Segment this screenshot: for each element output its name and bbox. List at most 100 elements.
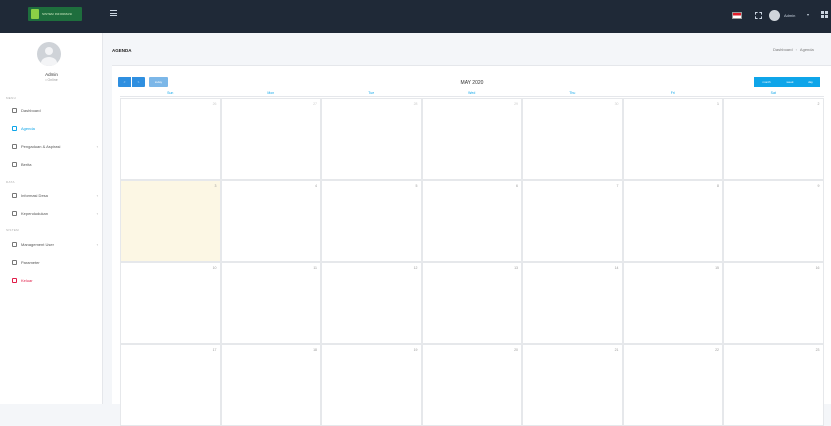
- day-number: 22: [715, 348, 719, 352]
- sidebar-item-parameter[interactable]: Parameter: [12, 260, 98, 265]
- calendar-day-cell[interactable]: 2: [723, 98, 824, 180]
- day-number: 2: [817, 102, 820, 106]
- language-flag-icon[interactable]: [732, 12, 742, 19]
- breadcrumb-dashboard[interactable]: Dashboard: [773, 47, 793, 52]
- day-number: 14: [614, 266, 619, 270]
- calendar-day-cell[interactable]: 28: [321, 98, 422, 180]
- calendar-day-cell[interactable]: 23: [723, 344, 824, 426]
- day-number: 27: [313, 102, 317, 106]
- calendar-day-cell[interactable]: 13: [421, 262, 522, 344]
- breadcrumb-current: Agenda: [799, 47, 814, 52]
- weekday-header: Sat: [723, 90, 824, 97]
- home-icon: [12, 108, 17, 113]
- users-icon: [12, 211, 17, 216]
- sidebar-item-label: Agenda: [21, 126, 35, 131]
- sidebar-item-label: Pengaduan & Aspirasi: [21, 144, 61, 149]
- calendar-day-cell[interactable]: 20: [421, 344, 522, 426]
- user-avatar[interactable]: [769, 10, 780, 21]
- calendar-day-cell[interactable]: 14: [522, 262, 623, 344]
- day-number: 19: [413, 348, 418, 352]
- month-view-button[interactable]: month: [754, 77, 779, 87]
- day-number: 4: [315, 184, 317, 188]
- sidebar-item-informasi-desa[interactable]: Informasi Desa ‹: [12, 193, 98, 198]
- calendar-day-cell[interactable]: 10: [120, 262, 221, 344]
- day-number: 10: [212, 266, 217, 270]
- day-number: 23: [815, 348, 820, 352]
- calendar-day-cell[interactable]: 17: [120, 344, 221, 426]
- day-number: 21: [614, 348, 619, 352]
- sidebar-item-label: Parameter: [21, 260, 40, 265]
- profile-status: • Online: [45, 78, 58, 82]
- sidebar-item-kependudukan[interactable]: Kependudukan ‹: [12, 211, 98, 216]
- weekday-header: Tue: [321, 90, 422, 97]
- calendar-day-cell[interactable]: 26: [120, 98, 221, 180]
- day-number: 29: [514, 102, 518, 106]
- calendar-panel: < > today MAY 2020 month week day Sun Mon…: [112, 65, 831, 426]
- breadcrumb-separator: ›: [795, 47, 797, 52]
- message-icon: [12, 144, 17, 149]
- profile-name: Admin: [45, 72, 58, 77]
- calendar-day-cell[interactable]: 6: [421, 180, 522, 262]
- sidebar-item-label: Berita: [21, 162, 32, 167]
- logout-icon: [12, 278, 17, 283]
- sidebar-item-management-user[interactable]: Management User ‹: [12, 242, 98, 247]
- weekday-header: Fri: [622, 90, 723, 97]
- chevron-right-icon: ‹: [96, 211, 98, 216]
- day-number: 3: [214, 184, 217, 188]
- today-button[interactable]: today: [149, 77, 168, 87]
- next-month-button[interactable]: >: [132, 77, 145, 87]
- sidebar-item-label: Dashboard: [21, 108, 41, 113]
- sidebar-item-label: Management User: [21, 242, 54, 247]
- user-cog-icon: [12, 242, 17, 247]
- hamburger-menu-icon[interactable]: [110, 10, 117, 16]
- sidebar-item-label: Informasi Desa: [21, 193, 48, 198]
- weekday-header: Sun: [120, 90, 221, 97]
- calendar-day-cell-today[interactable]: 3: [120, 180, 221, 262]
- calendar-day-cell[interactable]: 27: [220, 98, 321, 180]
- calendar-day-cell[interactable]: 29: [421, 98, 522, 180]
- news-icon: [12, 162, 17, 167]
- day-number: 17: [212, 348, 217, 352]
- calendar-day-cell[interactable]: 1: [622, 98, 723, 180]
- day-view-button[interactable]: day: [801, 77, 820, 87]
- user-name[interactable]: Admin: [784, 13, 795, 18]
- weekday-header: Mon: [220, 90, 321, 97]
- apps-grid-icon[interactable]: [821, 11, 828, 18]
- calendar-day-cell[interactable]: 11: [220, 262, 321, 344]
- calendar-day-cell[interactable]: 7: [522, 180, 623, 262]
- day-number: 11: [313, 266, 317, 270]
- sidebar-item-berita[interactable]: Berita: [12, 162, 98, 167]
- calendar-day-cell[interactable]: 18: [220, 344, 321, 426]
- calendar-day-cell[interactable]: 30: [522, 98, 623, 180]
- day-number: 15: [715, 266, 719, 270]
- calendar-day-cell[interactable]: 16: [723, 262, 824, 344]
- calendar-day-cell[interactable]: 19: [321, 344, 422, 426]
- sidebar-item-label: Kependudukan: [21, 211, 48, 216]
- week-view-button[interactable]: week: [779, 77, 801, 87]
- calendar-title: MAY 2020: [460, 80, 484, 86]
- calendar-day-cell[interactable]: 12: [321, 262, 422, 344]
- calendar-day-cell[interactable]: 4: [220, 180, 321, 262]
- day-number: 26: [212, 102, 217, 106]
- chevron-right-icon: ‹: [96, 144, 98, 149]
- fullscreen-icon[interactable]: [755, 12, 762, 19]
- chevron-down-icon[interactable]: ▾: [807, 12, 809, 17]
- calendar-day-cell[interactable]: 22: [622, 344, 723, 426]
- day-number: 18: [313, 348, 317, 352]
- calendar-day-cell[interactable]: 5: [321, 180, 422, 262]
- calendar-day-cell[interactable]: 9: [723, 180, 824, 262]
- sidebar-item-agenda[interactable]: Agenda: [12, 126, 98, 131]
- calendar-day-cell[interactable]: 15: [622, 262, 723, 344]
- sidebar-item-dashboard[interactable]: Dashboard: [12, 108, 98, 113]
- logo-text: SISTEM INFORMASI: [42, 12, 73, 16]
- info-icon: [12, 193, 17, 198]
- sidebar-section-menu: MENU: [6, 96, 17, 100]
- calendar-day-cell[interactable]: 8: [622, 180, 723, 262]
- sidebar-item-logout[interactable]: Keluar: [12, 278, 98, 283]
- prev-month-button[interactable]: <: [118, 77, 131, 87]
- day-number: 6: [516, 184, 518, 188]
- sidebar-item-pengaduan[interactable]: Pengaduan & Aspirasi ‹: [12, 144, 98, 149]
- calendar-day-cell[interactable]: 21: [522, 344, 623, 426]
- day-number: 7: [616, 184, 619, 188]
- app-logo[interactable]: SISTEM INFORMASI: [28, 7, 82, 21]
